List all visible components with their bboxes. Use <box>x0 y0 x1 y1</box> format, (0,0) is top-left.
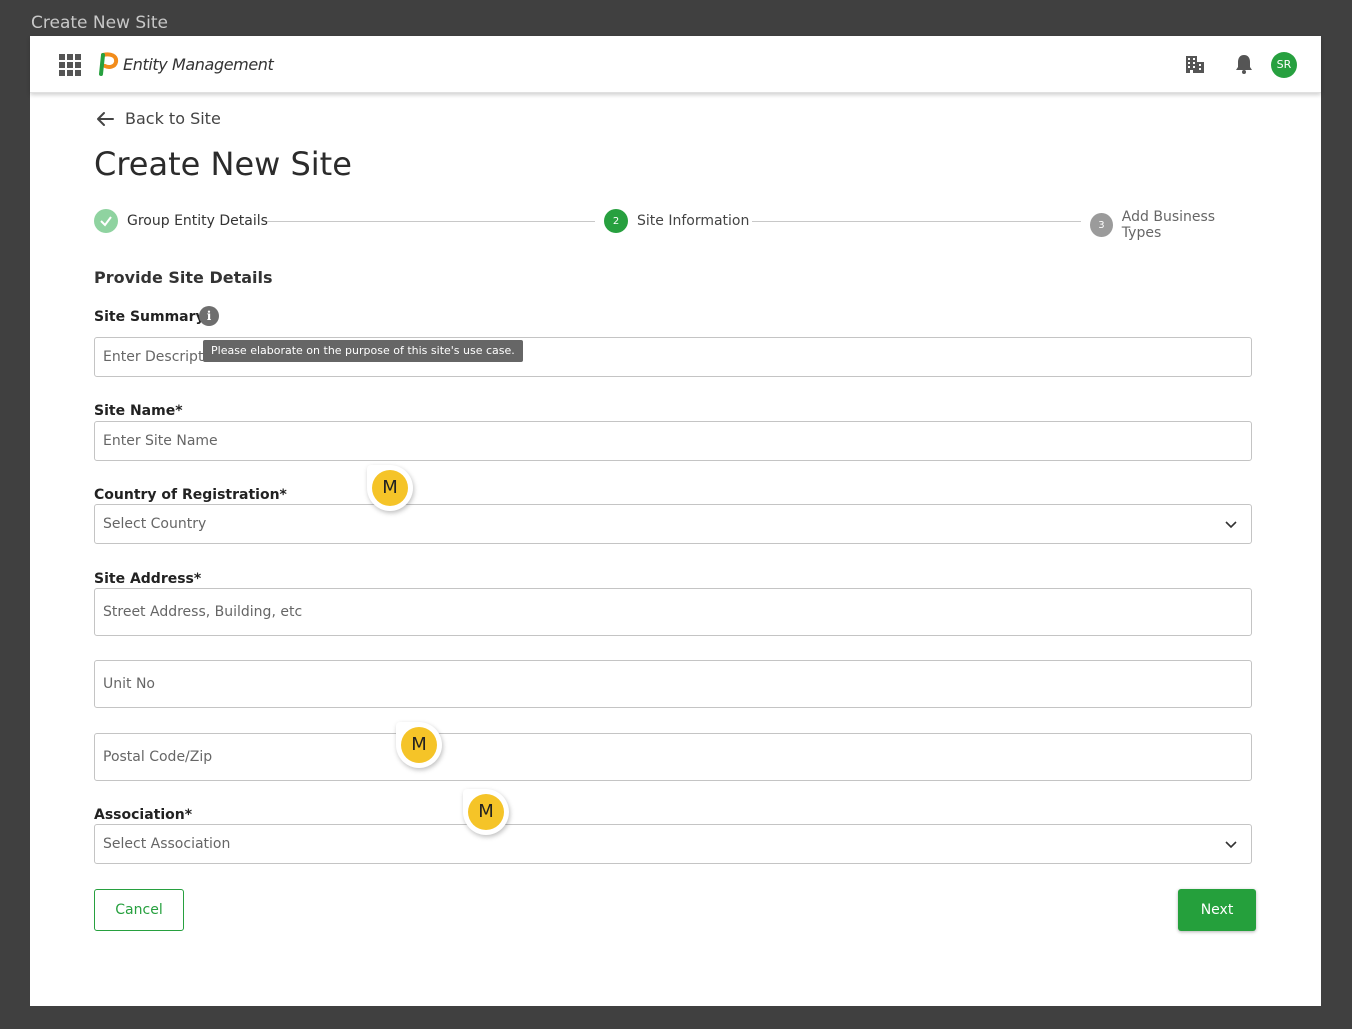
association-label: Association* <box>94 807 193 823</box>
site-name-input[interactable]: Enter Site Name <box>94 421 1252 461</box>
step-site-information[interactable]: 2 Site Information <box>604 209 749 233</box>
check-icon <box>94 209 118 233</box>
info-icon[interactable]: i <box>199 306 219 326</box>
country-label: Country of Registration* <box>94 487 287 503</box>
comment-marker[interactable]: M <box>463 789 509 835</box>
building-icon[interactable] <box>1184 53 1206 75</box>
street-address-input[interactable]: Street Address, Building, etc <box>94 588 1252 636</box>
step-connector <box>752 221 1081 222</box>
comment-marker[interactable]: M <box>396 722 442 768</box>
app-bar: Entity Management SR <box>30 36 1321 93</box>
country-select[interactable]: Select Country <box>94 504 1252 544</box>
site-name-placeholder: Enter Site Name <box>103 433 218 449</box>
site-summary-label: Site Summary <box>94 309 205 325</box>
country-placeholder: Select Country <box>103 516 207 532</box>
association-placeholder: Select Association <box>103 836 231 852</box>
marker-label: M <box>468 794 504 830</box>
comment-marker[interactable]: M <box>367 465 413 511</box>
marker-label: M <box>372 470 408 506</box>
step-number: 2 <box>604 209 628 233</box>
avatar[interactable]: SR <box>1271 52 1297 78</box>
stepper: Group Entity Details 2 Site Information … <box>94 209 1252 241</box>
postal-code-placeholder: Postal Code/Zip <box>103 749 213 765</box>
chevron-down-icon <box>1225 521 1237 529</box>
site-name-label: Site Name* <box>94 403 183 419</box>
step-label: Add Business Types <box>1121 209 1216 241</box>
postal-code-input[interactable]: Postal Code/Zip <box>94 733 1252 781</box>
page-title: Create New Site <box>94 145 352 183</box>
site-summary-placeholder: Enter Descripti <box>103 349 208 365</box>
arrow-left-icon <box>97 111 114 126</box>
window-title: Create New Site <box>31 13 169 33</box>
logo <box>99 52 119 76</box>
apps-grid-icon[interactable] <box>59 54 81 76</box>
next-button[interactable]: Next <box>1178 889 1256 931</box>
unit-no-input[interactable]: Unit No <box>94 660 1252 708</box>
street-address-placeholder: Street Address, Building, etc <box>103 604 303 620</box>
step-connector <box>267 221 595 222</box>
bell-icon[interactable] <box>1233 53 1255 75</box>
app-name: Entity Management <box>123 55 274 74</box>
marker-label: M <box>401 727 437 763</box>
unit-no-placeholder: Unit No <box>103 676 155 692</box>
back-label: Back to Site <box>125 109 221 128</box>
section-title: Provide Site Details <box>94 268 273 287</box>
step-number: 3 <box>1090 213 1113 237</box>
association-select[interactable]: Select Association <box>94 824 1252 864</box>
step-label: Site Information <box>637 213 750 229</box>
step-group-entity-details[interactable]: Group Entity Details <box>94 209 268 233</box>
app-frame: Entity Management SR Back to Site Create… <box>30 36 1321 1006</box>
step-label: Group Entity Details <box>127 213 268 229</box>
tooltip: Please elaborate on the purpose of this … <box>203 340 523 362</box>
chevron-down-icon <box>1225 841 1237 849</box>
cancel-button[interactable]: Cancel <box>94 889 184 931</box>
back-to-site-link[interactable]: Back to Site <box>95 109 221 128</box>
step-add-business-types[interactable]: 3 Add Business Types <box>1090 209 1252 241</box>
site-address-label: Site Address* <box>94 571 202 587</box>
